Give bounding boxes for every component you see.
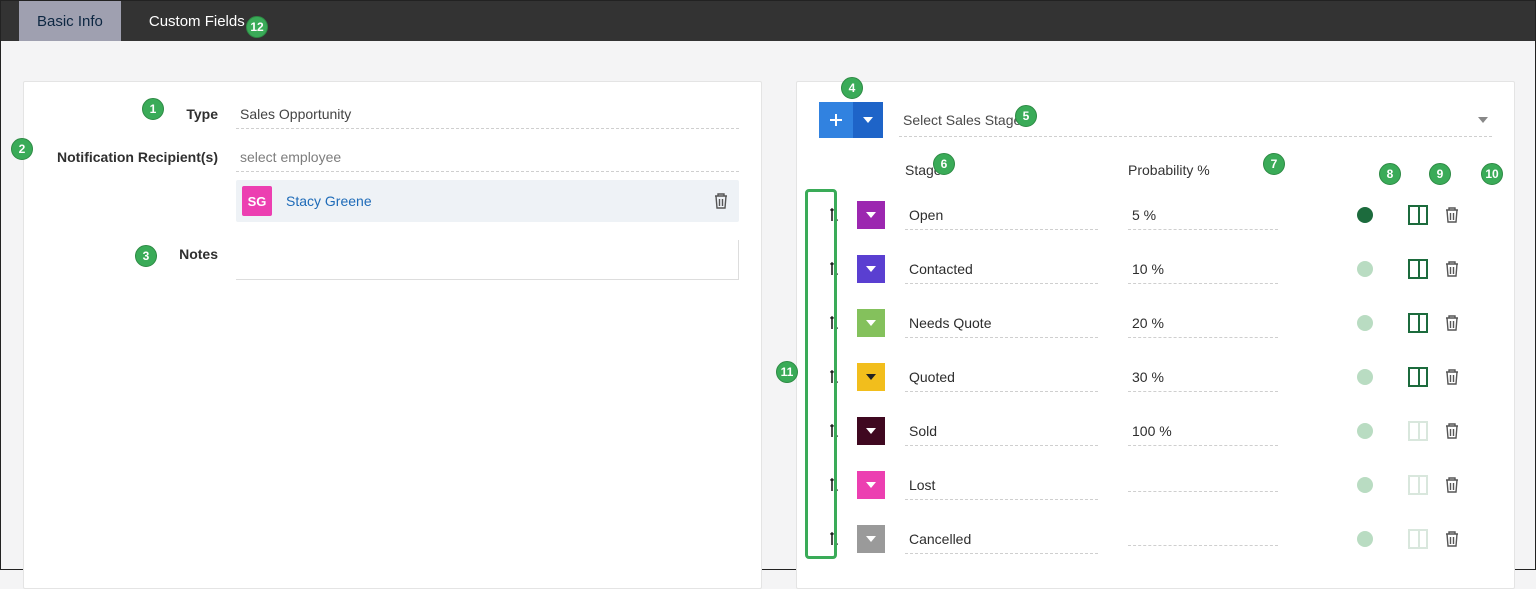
status-indicator[interactable] (1357, 207, 1373, 223)
recipient-chip: SG Stacy Greene (236, 180, 739, 222)
drag-handle-icon[interactable] (819, 524, 849, 554)
annotation-12: 12 (246, 16, 268, 38)
annotation-2: 2 (11, 138, 33, 160)
annotation-11: 11 (776, 361, 798, 383)
board-toggle-icon[interactable] (1408, 313, 1428, 333)
status-indicator[interactable] (1357, 477, 1373, 493)
drag-handle-icon[interactable] (819, 200, 849, 230)
avatar: SG (242, 186, 272, 216)
stage-name-input[interactable]: Quoted (905, 363, 1098, 392)
probability-input[interactable]: 100 % (1128, 417, 1278, 446)
delete-stage-icon[interactable] (1444, 206, 1492, 224)
status-indicator[interactable] (1357, 369, 1373, 385)
status-indicator[interactable] (1357, 315, 1373, 331)
delete-stage-icon[interactable] (1444, 422, 1492, 440)
delete-stage-icon[interactable] (1444, 260, 1492, 278)
stage-color-swatch[interactable] (857, 255, 885, 283)
tab-basic-info[interactable]: Basic Info (19, 1, 121, 41)
select-sales-stage[interactable]: Select Sales Stage (899, 104, 1492, 137)
recipient-select[interactable]: select employee (236, 143, 739, 172)
notes-textarea[interactable] (236, 240, 739, 280)
board-toggle-icon[interactable] (1408, 529, 1428, 549)
delete-stage-icon[interactable] (1444, 368, 1492, 386)
chevron-down-icon (1478, 117, 1488, 123)
type-label: Type (46, 100, 236, 122)
stage-row: Needs Quote 20 % (819, 296, 1492, 350)
col-probability: Probability % (1128, 162, 1338, 178)
probability-input[interactable]: 5 % (1128, 201, 1278, 230)
type-value[interactable]: Sales Opportunity (236, 100, 739, 129)
annotation-6: 6 (933, 153, 955, 175)
stage-name-input[interactable]: Open (905, 201, 1098, 230)
tab-bar: Basic Info Custom Fields (1, 1, 1535, 41)
stage-color-swatch[interactable] (857, 363, 885, 391)
board-toggle-icon[interactable] (1408, 259, 1428, 279)
stage-color-swatch[interactable] (857, 471, 885, 499)
stage-row: Quoted 30 % (819, 350, 1492, 404)
annotation-5: 5 (1015, 105, 1037, 127)
annotation-10: 10 (1481, 163, 1503, 185)
recipient-name[interactable]: Stacy Greene (286, 193, 372, 209)
probability-input[interactable] (1128, 533, 1278, 546)
delete-stage-icon[interactable] (1444, 314, 1492, 332)
drag-handle-icon[interactable] (819, 254, 849, 284)
stage-row: Open 5 % (819, 188, 1492, 242)
tab-custom-fields[interactable]: Custom Fields (131, 1, 263, 41)
stage-name-input[interactable]: Contacted (905, 255, 1098, 284)
status-indicator[interactable] (1357, 423, 1373, 439)
drag-handle-icon[interactable] (819, 470, 849, 500)
probability-input[interactable]: 30 % (1128, 363, 1278, 392)
stage-rows: Open 5 % Contacted 10 % Needs Quote 20 % Quote… (819, 188, 1492, 566)
stage-name-input[interactable]: Lost (905, 471, 1098, 500)
add-stage-button[interactable] (819, 102, 853, 138)
annotation-3: 3 (135, 245, 157, 267)
stages-card: Select Sales Stage Stage Probability % O… (796, 81, 1515, 589)
stage-color-swatch[interactable] (857, 201, 885, 229)
probability-input[interactable]: 10 % (1128, 255, 1278, 284)
board-toggle-icon[interactable] (1408, 367, 1428, 387)
stage-name-input[interactable]: Sold (905, 417, 1098, 446)
annotation-1: 1 (142, 98, 164, 120)
stage-row: Lost (819, 458, 1492, 512)
basic-info-card: Type Sales Opportunity Notification Reci… (23, 81, 762, 589)
stage-name-input[interactable]: Cancelled (905, 525, 1098, 554)
stage-name-input[interactable]: Needs Quote (905, 309, 1098, 338)
annotation-4: 4 (841, 77, 863, 99)
stage-row: Cancelled (819, 512, 1492, 566)
drag-handle-icon[interactable] (819, 362, 849, 392)
stage-color-swatch[interactable] (857, 309, 885, 337)
delete-recipient-icon[interactable] (713, 192, 729, 210)
drag-handle-icon[interactable] (819, 308, 849, 338)
board-toggle-icon[interactable] (1408, 205, 1428, 225)
select-sales-stage-label: Select Sales Stage (903, 112, 1021, 128)
add-stage-button-group (819, 102, 883, 138)
drag-handle-icon[interactable] (819, 416, 849, 446)
stage-row: Contacted 10 % (819, 242, 1492, 296)
delete-stage-icon[interactable] (1444, 530, 1492, 548)
stage-color-swatch[interactable] (857, 525, 885, 553)
status-indicator[interactable] (1357, 261, 1373, 277)
annotation-9: 9 (1429, 163, 1451, 185)
add-stage-dropdown[interactable] (853, 102, 883, 138)
annotation-7: 7 (1263, 153, 1285, 175)
status-indicator[interactable] (1357, 531, 1373, 547)
board-toggle-icon[interactable] (1408, 475, 1428, 495)
board-toggle-icon[interactable] (1408, 421, 1428, 441)
stage-color-swatch[interactable] (857, 417, 885, 445)
probability-input[interactable] (1128, 479, 1278, 492)
delete-stage-icon[interactable] (1444, 476, 1492, 494)
annotation-8: 8 (1379, 163, 1401, 185)
stage-row: Sold 100 % (819, 404, 1492, 458)
recipients-label: Notification Recipient(s) (46, 143, 236, 165)
probability-input[interactable]: 20 % (1128, 309, 1278, 338)
